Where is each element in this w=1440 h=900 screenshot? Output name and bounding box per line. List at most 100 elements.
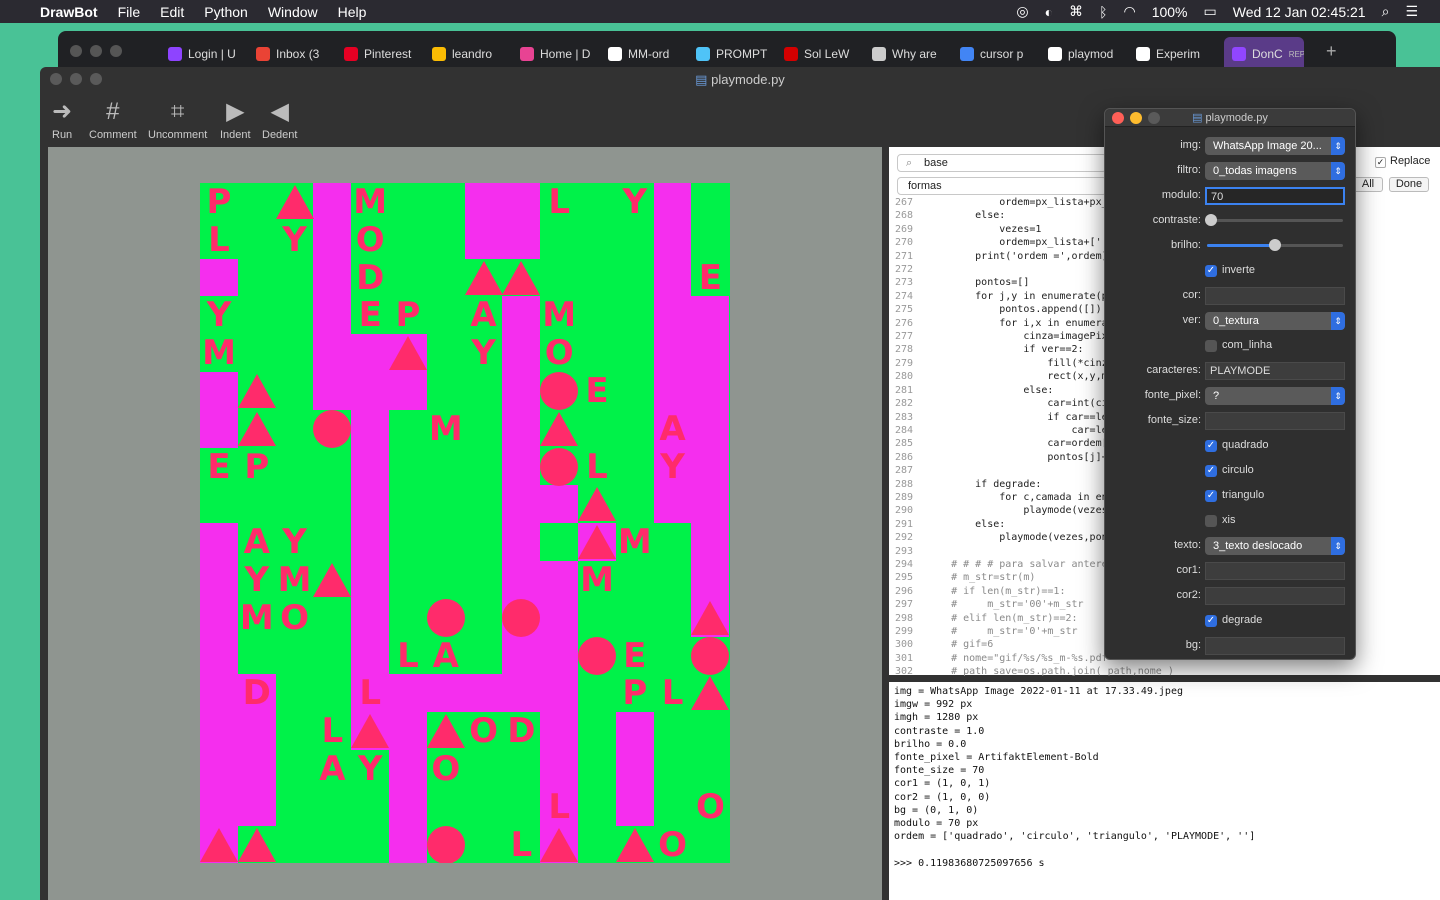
contraste-slider[interactable] [1205, 214, 1343, 226]
caracteres-field[interactable]: PLAYMODE [1205, 362, 1345, 380]
xis-checkbox[interactable] [1205, 515, 1217, 527]
browser-tab[interactable]: Pinterest [344, 41, 426, 67]
comment-button[interactable]: # Comment [89, 95, 137, 141]
pixel-letter: E [358, 295, 382, 336]
line-number: 301 [894, 652, 913, 664]
new-tab-icon[interactable]: + [1326, 41, 1337, 62]
img-value: WhatsApp Image 20... [1213, 140, 1322, 152]
quadrado-checkbox[interactable]: ✓ [1205, 440, 1217, 452]
browser-tab[interactable]: DonCREPRO× [1224, 37, 1304, 71]
indent-button[interactable]: ▶ Indent [220, 95, 251, 141]
tab-favicon-icon [1232, 47, 1246, 61]
browser-tab[interactable]: MM-ord [608, 41, 690, 67]
code-line[interactable]: 302 # path_save=os.path.join( path,nome … [889, 665, 1440, 676]
menu-clock[interactable]: Wed 12 Jan 02:45:21 [1233, 4, 1366, 20]
line-number: 287 [894, 465, 913, 477]
line-number: 276 [894, 317, 913, 329]
browser-tab[interactable]: cursor p [960, 41, 1042, 67]
cor2-field[interactable] [1205, 587, 1345, 605]
control-center-icon[interactable]: ☰ [1405, 3, 1418, 20]
pixel-circle [540, 447, 579, 486]
uncomment-button[interactable]: ⌗ Uncomment [148, 95, 207, 141]
circulo-label: circulo [1222, 464, 1254, 476]
inverte-checkbox[interactable]: ✓ [1205, 265, 1217, 277]
browser-tab[interactable]: playmod [1048, 41, 1130, 67]
code-text: car=le [927, 424, 1108, 436]
slider-knob[interactable] [1205, 214, 1217, 226]
menu-app-name[interactable]: DrawBot [40, 4, 98, 20]
find-field[interactable]: ⌕ base [897, 154, 1107, 172]
pixel-letter: D [356, 257, 385, 298]
menu-file[interactable]: File [118, 4, 141, 20]
bluetooth-icon[interactable]: ᛒ [1099, 4, 1107, 20]
bg-label: bg: [1185, 639, 1201, 651]
run-button[interactable]: ➜ Run [52, 95, 72, 141]
dedent-button[interactable]: ◀ Dedent [262, 95, 297, 141]
contraste-label: contraste: [1152, 214, 1201, 226]
browser-tab[interactable]: leandro [432, 41, 514, 67]
browser-zoom-dot[interactable] [110, 45, 122, 57]
pixel-letter: A [470, 295, 497, 336]
modulo-field[interactable]: 70 [1205, 187, 1345, 205]
triangulo-checkbox[interactable]: ✓ [1205, 490, 1217, 502]
keyboard-icon[interactable]: ⌘ [1069, 3, 1083, 20]
menu-help[interactable]: Help [338, 4, 367, 20]
done-button[interactable]: Done [1389, 177, 1429, 192]
replace-checkbox[interactable]: ✓ [1375, 157, 1386, 168]
console-output[interactable]: img = WhatsApp Image 2022-01-11 at 17.33… [889, 682, 1440, 900]
cor1-field[interactable] [1205, 562, 1345, 580]
ver-select[interactable]: 0_textura ⇕ [1205, 312, 1345, 330]
menu-edit[interactable]: Edit [160, 4, 184, 20]
browser-tab[interactable]: Experim [1136, 41, 1218, 67]
menu-python[interactable]: Python [204, 4, 248, 20]
wifi-icon[interactable]: ◠ [1123, 3, 1135, 20]
slider-knob[interactable] [1269, 239, 1281, 251]
menu-window[interactable]: Window [268, 4, 318, 20]
tab-sublabel: REPRO [1288, 49, 1304, 59]
pixel-letter: P [622, 673, 648, 714]
line-number: 289 [894, 491, 913, 503]
browser-tab[interactable]: PROMPT [696, 41, 778, 67]
pixel-letter: Y [282, 522, 307, 563]
fonte-size-field[interactable] [1205, 412, 1345, 430]
browser-tab[interactable]: Inbox (3 [256, 41, 338, 67]
code-text: playmode(vezes,pont [927, 532, 1114, 544]
battery-icon[interactable]: ▭ [1204, 3, 1217, 20]
night-shift-icon[interactable]: ◐ [1045, 4, 1053, 20]
replace-all-button[interactable]: All [1353, 177, 1383, 192]
code-text: fill(*cinz [927, 357, 1108, 369]
pixel-circle [426, 825, 465, 863]
line-number: 274 [894, 290, 913, 302]
replace-field[interactable]: formas [897, 177, 1107, 195]
bg-field[interactable] [1205, 637, 1345, 655]
circulo-checkbox[interactable]: ✓ [1205, 465, 1217, 477]
line-number: 294 [894, 558, 913, 570]
browser-close-dot[interactable] [70, 45, 82, 57]
line-number: 273 [894, 277, 913, 289]
pixel-triangle [540, 827, 579, 862]
pixel-letter: Y [660, 446, 685, 487]
line-number: 281 [894, 384, 913, 396]
fonte-pixel-select[interactable]: ? ⇕ [1205, 387, 1345, 405]
cor-label: cor: [1182, 289, 1201, 301]
browser-tab[interactable]: Why are [872, 41, 954, 67]
artboard[interactable]: PMLYLYODEYEPAMMYOEMAEPLYAYMYMMMOLAEDLPLL… [200, 183, 730, 863]
fonte-size-label: fonte_size: [1147, 414, 1201, 426]
brilho-slider[interactable] [1207, 239, 1343, 251]
creative-cloud-icon[interactable]: ◎ [1016, 3, 1028, 20]
pixel-letter: M [617, 522, 652, 563]
canvas-preview[interactable]: PMLYLYODEYEPAMMYOEMAEPLYAYMYMMMOLAEDLPLL… [48, 147, 882, 900]
browser-tab[interactable]: Home | D [520, 41, 602, 67]
browser-tab[interactable]: Sol LeW [784, 41, 866, 67]
browser-tab[interactable]: Login | U [168, 41, 250, 67]
pixel-letter: Y [622, 183, 648, 222]
cor-field[interactable] [1205, 287, 1345, 305]
img-select[interactable]: WhatsApp Image 20... ⇕ [1205, 137, 1345, 155]
texto-select[interactable]: 3_texto deslocado ⇕ [1205, 537, 1345, 555]
com-linha-checkbox[interactable] [1205, 340, 1217, 352]
degrade-checkbox[interactable]: ✓ [1205, 615, 1217, 627]
filtro-select[interactable]: 0_todas imagens ⇕ [1205, 162, 1345, 180]
spotlight-icon[interactable]: ⌕ [1382, 3, 1390, 20]
browser-minimize-dot[interactable] [90, 45, 102, 57]
